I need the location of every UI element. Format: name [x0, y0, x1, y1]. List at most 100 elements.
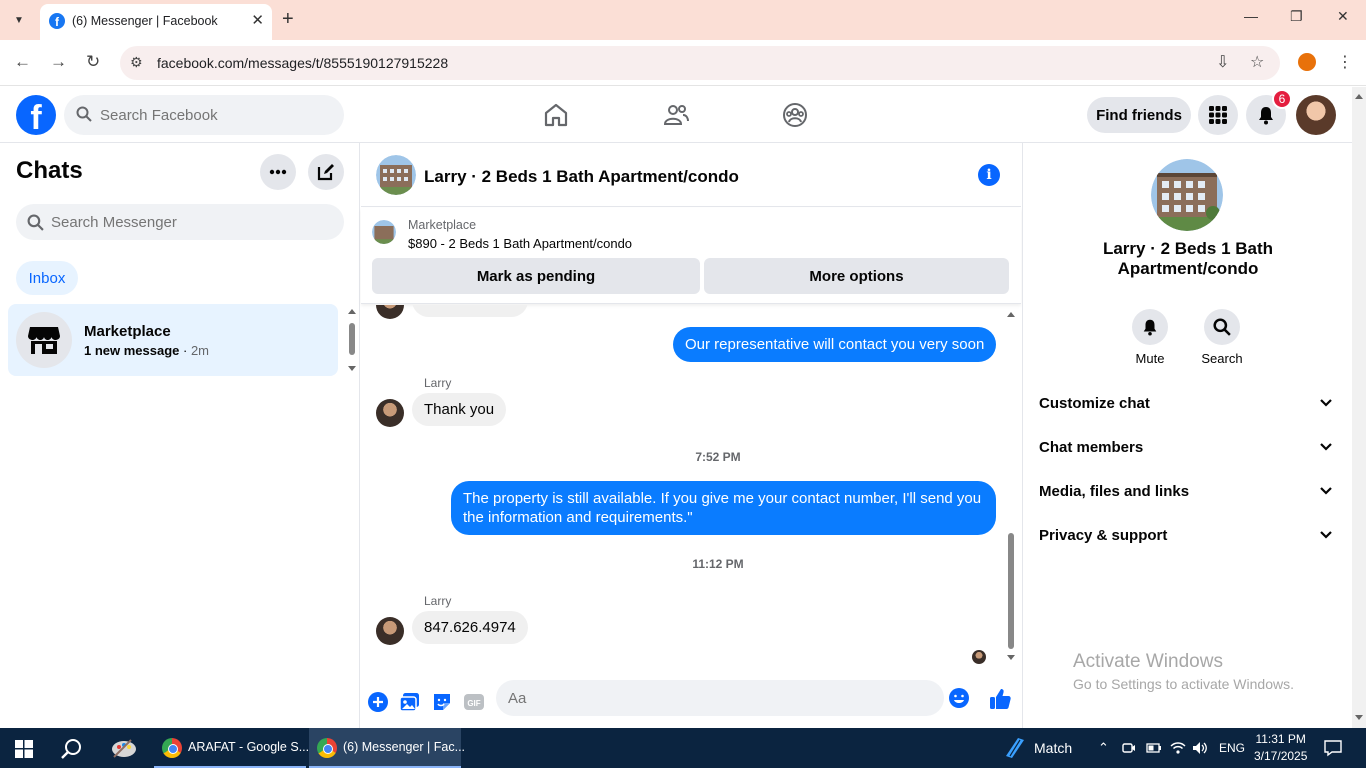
sender-name: Larry — [424, 594, 452, 608]
listing-thumbnail — [372, 220, 396, 244]
message-composer: GIF — [361, 679, 1021, 727]
tray-overflow-chevron-icon[interactable]: ⌃ — [1098, 728, 1109, 768]
chrome-icon — [317, 738, 337, 758]
mute-bell-icon[interactable] — [1132, 309, 1168, 345]
plus-actions-icon[interactable] — [367, 691, 389, 713]
message-input[interactable] — [508, 680, 928, 716]
search-action[interactable]: Search — [1192, 309, 1252, 366]
facebook-logo-icon[interactable]: f — [16, 95, 56, 135]
seen-receipt-avatar — [972, 650, 986, 664]
marketplace-store-icon — [16, 312, 72, 368]
conversation-header: Larry · 2 Beds 1 Bath Apartment/condo i — [361, 143, 1021, 207]
bookmark-star-icon[interactable]: ☆ — [1250, 52, 1264, 72]
chrome-icon — [162, 738, 182, 758]
mute-label: Mute — [1135, 351, 1165, 366]
chat-list-scrollbar[interactable] — [347, 308, 357, 372]
close-window-icon[interactable]: ✕ — [1337, 8, 1349, 25]
page-scrollbar[interactable] — [1352, 87, 1366, 728]
chevron-down-icon — [1320, 487, 1332, 495]
facebook-favicon-icon: f — [49, 13, 65, 29]
windows-start-icon[interactable] — [15, 740, 33, 758]
search-icon — [27, 214, 44, 231]
conversation-item[interactable]: Marketplace 1 new message · 2m — [8, 304, 338, 376]
facebook-search[interactable] — [64, 95, 344, 135]
tab-search-button[interactable]: ▼ — [6, 8, 32, 32]
forward-icon[interactable]: → — [50, 52, 67, 72]
details-name: Larry · 2 Beds 1 Bath Apartment/condo — [1102, 239, 1274, 278]
listing-photo[interactable] — [1151, 159, 1223, 231]
emoji-icon[interactable] — [948, 687, 970, 709]
like-thumb-icon[interactable] — [988, 687, 1012, 711]
search-icon — [76, 106, 92, 122]
notification-center-icon[interactable] — [1324, 739, 1342, 757]
mark-as-pending-button[interactable]: Mark as pending — [372, 258, 700, 294]
restore-icon[interactable]: ❐ — [1290, 8, 1303, 25]
friends-icon[interactable] — [662, 101, 690, 129]
message-input-box[interactable] — [496, 680, 969, 716]
browser-tab-strip: ▼ f (6) Messenger | Facebook ✕ + — ❐ ✕ — [0, 0, 1366, 40]
taskbar-chrome-app-arafat[interactable]: ARAFAT - Google S... — [154, 728, 309, 768]
listing-avatar[interactable] — [376, 155, 416, 195]
install-app-icon[interactable]: ⇩ — [1216, 52, 1229, 72]
groups-icon[interactable] — [781, 101, 809, 129]
browser-toolbar: ← → ↻ ⚙ facebook.com/messages/t/85551901… — [0, 40, 1366, 86]
more-options-icon[interactable] — [260, 154, 296, 190]
home-icon[interactable] — [542, 101, 570, 129]
weather-widget-text[interactable]: Match — [1034, 728, 1072, 768]
meet-now-icon[interactable] — [1122, 741, 1136, 755]
inbox-filter-tab[interactable]: Inbox — [16, 261, 78, 295]
sender-name: Larry — [424, 376, 452, 390]
listing-price-title[interactable]: $890 - 2 Beds 1 Bath Apartment/condo — [408, 236, 632, 251]
search-icon[interactable] — [1204, 309, 1240, 345]
mute-action[interactable]: Mute — [1120, 309, 1180, 366]
facebook-search-input[interactable] — [100, 95, 330, 135]
conversation-preview: 1 new message · 2m — [84, 343, 210, 358]
language-indicator[interactable]: ENG — [1219, 728, 1245, 768]
larry-avatar[interactable] — [376, 617, 404, 645]
sticker-icon[interactable] — [431, 691, 453, 713]
media-files-links-section[interactable]: Media, files and links — [1031, 470, 1345, 514]
taskbar-search-icon[interactable] — [61, 738, 83, 760]
conversation-title[interactable]: Larry · 2 Beds 1 Bath Apartment/condo — [424, 167, 739, 187]
more-options-button[interactable]: More options — [704, 258, 1009, 294]
customize-chat-section[interactable]: Customize chat — [1031, 382, 1345, 426]
find-friends-button[interactable]: Find friends — [1087, 97, 1191, 133]
menu-grid-icon[interactable] — [1198, 95, 1238, 135]
gif-icon[interactable]: GIF — [463, 691, 485, 713]
messenger-search[interactable] — [16, 204, 344, 240]
larry-avatar[interactable] — [376, 305, 404, 319]
taskbar-chrome-app-messenger[interactable]: (6) Messenger | Fac... — [309, 728, 465, 768]
battery-icon[interactable] — [1146, 742, 1162, 754]
wifi-icon[interactable] — [1170, 740, 1186, 756]
chevron-down-icon — [1320, 443, 1332, 451]
profile-icon[interactable] — [1298, 53, 1316, 71]
conversation-panel: Larry · 2 Beds 1 Bath Apartment/condo i … — [361, 143, 1021, 728]
conversation-name: Marketplace — [84, 323, 171, 340]
larry-avatar[interactable] — [376, 399, 404, 427]
browser-tab[interactable]: f (6) Messenger | Facebook ✕ — [40, 4, 272, 40]
account-avatar[interactable] — [1296, 95, 1336, 135]
close-tab-icon[interactable]: ✕ — [251, 11, 264, 29]
url-text[interactable]: facebook.com/messages/t/8555190127915228 — [157, 55, 448, 71]
volume-icon[interactable] — [1192, 740, 1208, 756]
new-message-icon[interactable] — [308, 154, 344, 190]
paint-app-icon[interactable] — [111, 737, 137, 759]
attach-photo-icon[interactable] — [399, 691, 421, 713]
info-icon[interactable]: i — [978, 164, 1000, 186]
back-icon[interactable]: ← — [14, 52, 31, 72]
cricket-widget-icon[interactable] — [1004, 736, 1026, 760]
taskbar-clock[interactable]: 11:31 PM 3/17/2025 — [1254, 731, 1307, 765]
new-tab-button[interactable]: + — [282, 8, 294, 30]
message-bubble-outgoing: The property is still available. If you … — [451, 481, 996, 535]
site-info-icon[interactable]: ⚙ — [130, 54, 143, 71]
minimize-icon[interactable]: — — [1244, 8, 1258, 24]
thread-scrollbar[interactable] — [1006, 311, 1016, 661]
address-bar[interactable]: ⚙ facebook.com/messages/t/85551901279152… — [120, 46, 1280, 80]
activate-windows-watermark: Activate Windows Go to Settings to activ… — [1073, 651, 1294, 692]
messenger-search-input[interactable] — [51, 204, 331, 240]
chat-members-section[interactable]: Chat members — [1031, 426, 1345, 470]
browser-menu-icon[interactable]: ⋮ — [1337, 52, 1353, 72]
svg-text:GIF: GIF — [467, 699, 480, 708]
reload-icon[interactable]: ↻ — [86, 52, 100, 72]
privacy-support-section[interactable]: Privacy & support — [1031, 514, 1345, 558]
